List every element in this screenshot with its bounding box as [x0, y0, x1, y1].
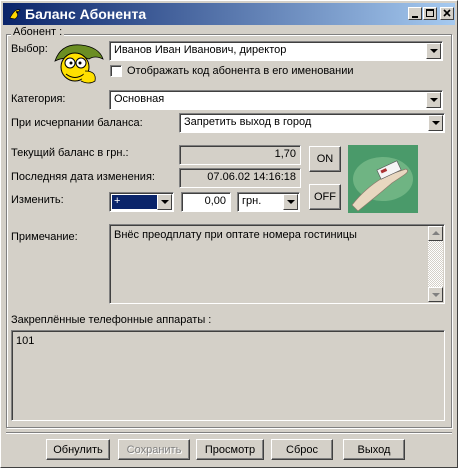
view-button[interactable]: Просмотр [196, 439, 264, 460]
exit-button-label: Выход [357, 443, 391, 456]
last-change-value: 07.06.02 14:16:18 [207, 171, 296, 183]
phones-list[interactable]: 101 [11, 330, 445, 421]
off-button-label: OFF [314, 191, 336, 203]
phones-label: Закреплённые телефонные аппараты : [11, 314, 212, 326]
note-value: Внёс преодплату при оптате номера гостин… [114, 229, 357, 241]
sign-select[interactable]: + [109, 192, 174, 212]
current-balance-label: Текущий баланс в грн.: [11, 147, 129, 159]
view-button-label: Просмотр [204, 443, 256, 456]
list-item[interactable]: 101 [16, 335, 34, 347]
note-scrollbar[interactable] [428, 226, 443, 302]
balance-exhausted-value: Запретить выход в город [184, 116, 312, 128]
separator [6, 432, 452, 434]
title-bar[interactable]: Баланс Абонента [3, 3, 455, 25]
reset-button[interactable]: Обнулить [46, 439, 110, 460]
clear-button[interactable]: Сброс [271, 439, 333, 460]
chevron-down-icon[interactable] [157, 194, 172, 210]
change-label: Изменить: [11, 194, 64, 206]
chevron-down-icon[interactable] [426, 92, 441, 108]
window-title: Баланс Абонента [25, 6, 147, 22]
chevron-down-icon[interactable] [428, 115, 443, 131]
category-select[interactable]: Основная [109, 90, 443, 110]
off-button[interactable]: OFF [309, 184, 341, 210]
save-button-label: Сохранить [126, 443, 182, 456]
reset-button-label: Обнулить [53, 443, 103, 456]
minimize-button[interactable] [408, 7, 422, 20]
show-code-label: Отображать код абонента в его именовании [127, 65, 354, 77]
currency-value: грн. [242, 195, 262, 207]
amount-value: 0,00 [204, 195, 226, 207]
category-label: Категория: [11, 93, 66, 105]
save-button[interactable]: Сохранить [118, 439, 190, 460]
last-change-field: 07.06.02 14:16:18 [179, 168, 301, 188]
card-in-hand-icon [348, 145, 418, 213]
maximize-button[interactable] [423, 7, 437, 20]
currency-select[interactable]: грн. [237, 192, 300, 212]
on-button-label: ON [316, 153, 334, 165]
current-balance-value: 1,70 [274, 148, 296, 160]
balance-window: Баланс Абонента Абонент : Выбор: Иванов … [0, 0, 458, 468]
balance-exhausted-label: При исчерпании баланса: [11, 117, 143, 129]
chevron-down-icon[interactable] [283, 194, 298, 210]
sign-select-value: + [112, 195, 158, 209]
note-label: Примечание: [11, 231, 78, 243]
current-balance-field: 1,70 [179, 145, 301, 165]
group-label: Абонент : [11, 26, 65, 38]
minimize-icon [412, 16, 418, 18]
subscriber-select-value: Иванов Иван Иванович, директор [114, 44, 287, 56]
subscriber-select[interactable]: Иванов Иван Иванович, директор [109, 41, 443, 61]
show-code-checkbox[interactable] [110, 65, 122, 77]
choice-label: Выбор: [11, 43, 48, 55]
close-button[interactable] [440, 7, 454, 20]
note-textarea[interactable]: Внёс преодплату при оптате номера гостин… [109, 224, 445, 304]
amount-input[interactable]: 0,00 [181, 192, 231, 212]
scroll-down-icon[interactable] [428, 287, 443, 302]
maximize-icon [426, 9, 434, 17]
exit-button[interactable]: Выход [343, 439, 405, 460]
scroll-up-icon[interactable] [428, 226, 443, 241]
app-icon [9, 9, 21, 20]
on-button[interactable]: ON [309, 146, 341, 172]
last-change-label: Последняя дата изменения: [11, 171, 155, 183]
cartoon-face-icon [54, 44, 104, 84]
clear-button-label: Сброс [286, 443, 318, 456]
category-select-value: Основная [114, 93, 165, 105]
close-icon [443, 9, 451, 17]
balance-exhausted-select[interactable]: Запретить выход в город [179, 113, 445, 133]
chevron-down-icon[interactable] [426, 43, 441, 59]
